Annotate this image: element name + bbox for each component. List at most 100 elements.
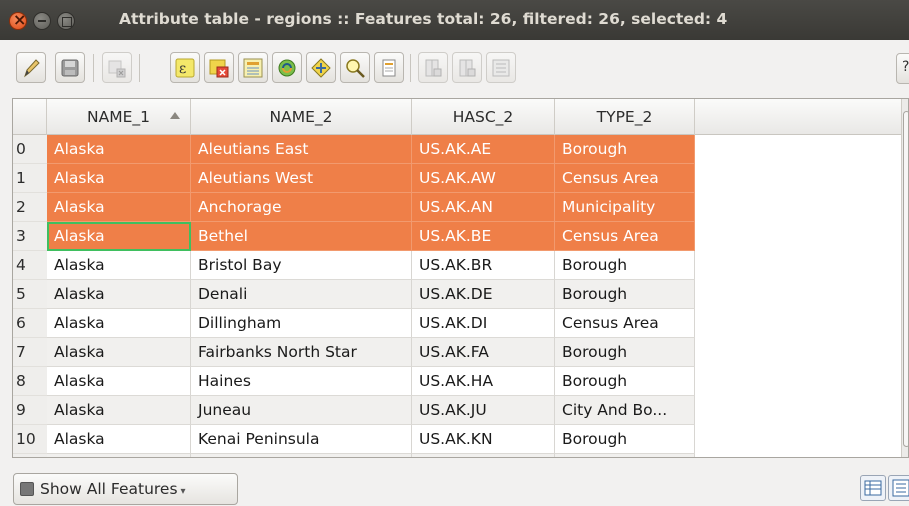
column-header-name-2[interactable]: NAME_2 [191, 99, 412, 135]
vertical-scrollbar[interactable] [901, 99, 908, 457]
delete-selected-button[interactable] [102, 52, 132, 83]
table-cell-name-1[interactable]: Alaska [47, 135, 191, 164]
feature-filter-dropdown[interactable]: Show All Features ▾ [13, 473, 238, 505]
table-cell-name-2[interactable]: Kenai Peninsula [191, 425, 412, 454]
table-cell-hasc-2[interactable]: US.AK.AW [412, 164, 555, 193]
select-by-expression-button[interactable]: ε [170, 52, 200, 83]
row-number[interactable]: 2 [13, 193, 47, 222]
table-cell-name-1[interactable]: Alaska [47, 193, 191, 222]
row-number[interactable]: 9 [13, 396, 47, 425]
table-cell-name-2[interactable]: Dillingham [191, 309, 412, 338]
table-row[interactable]: 1 Alaska Aleutians West US.AK.AW Census Area [13, 164, 695, 193]
column-header-name-1[interactable]: NAME_1 [47, 99, 191, 135]
maximize-window-button[interactable] [57, 12, 75, 30]
row-number[interactable]: 4 [13, 251, 47, 280]
table-cell-hasc-2[interactable]: US.AK.BR [412, 251, 555, 280]
attribute-table: NAME_1 NAME_2 HASC_2 TYPE_2 0 Alaska Aleut… [12, 98, 909, 458]
table-cell-hasc-2[interactable]: US.AK.JU [412, 396, 555, 425]
table-cell-name-1[interactable]: Alaska [47, 396, 191, 425]
row-number[interactable]: 5 [13, 280, 47, 309]
row-number[interactable]: 6 [13, 309, 47, 338]
table-cell-name-2[interactable]: Aleutians West [191, 164, 412, 193]
table-cell-type-2[interactable]: Census Area [555, 309, 695, 338]
unselect-all-button[interactable] [204, 52, 234, 83]
table-row[interactable]: 7 Alaska Fairbanks North Star US.AK.FA Borou… [13, 338, 695, 367]
form-view-button[interactable] [888, 475, 909, 501]
table-row[interactable]: 4 Alaska Bristol Bay US.AK.BR Borough [13, 251, 695, 280]
table-cell-type-2[interactable]: Borough [555, 338, 695, 367]
table-cell-type-2[interactable]: Census Area [555, 164, 695, 193]
row-number[interactable]: 0 [13, 135, 47, 164]
scrollbar-thumb[interactable] [903, 111, 908, 447]
zoom-map-to-selection-button[interactable] [340, 52, 370, 83]
help-button[interactable]: ? [896, 53, 909, 84]
row-number[interactable]: 10 [13, 425, 47, 454]
table-cell-name-2[interactable]: Fairbanks North Star [191, 338, 412, 367]
table-cell-hasc-2[interactable]: US.AK.BE [412, 222, 555, 251]
table-cell-hasc-2[interactable]: US.AK.HA [412, 367, 555, 396]
row-number[interactable]: 7 [13, 338, 47, 367]
table-cell-name-1[interactable]: Alaska [47, 251, 191, 280]
table-row[interactable]: 6 Alaska Dillingham US.AK.DI Census Area [13, 309, 695, 338]
table-row[interactable]: 5 Alaska Denali US.AK.DE Borough [13, 280, 695, 309]
table-cell-type-2[interactable]: Municipality [555, 193, 695, 222]
table-cell-name-1[interactable]: Alaska [47, 309, 191, 338]
table-cell-name-1[interactable]: Alaska [47, 222, 191, 251]
table-cell-name-2[interactable]: Denali [191, 280, 412, 309]
table-cell-type-2[interactable]: Borough [555, 251, 695, 280]
table-cell-name-2[interactable]: Aleutians East [191, 135, 412, 164]
bottom-bar: Show All Features ▾ [0, 458, 909, 506]
table-cell-hasc-2[interactable]: US.AK.FA [412, 338, 555, 367]
table-row[interactable]: 10 Alaska Kenai Peninsula US.AK.KN Borough [13, 425, 695, 454]
row-number[interactable]: 8 [13, 367, 47, 396]
save-edits-button[interactable] [55, 52, 85, 83]
table-cell-type-2[interactable]: Census Area [555, 222, 695, 251]
table-cell-name-1[interactable]: Alaska [47, 338, 191, 367]
table-row[interactable]: 3 Alaska Bethel US.AK.BE Census Area [13, 222, 695, 251]
table-cell-hasc-2[interactable]: US.AK.KN [412, 425, 555, 454]
delete-column-button[interactable] [452, 52, 482, 83]
minimize-window-button[interactable] [33, 12, 51, 30]
table-row[interactable]: 8 Alaska Haines US.AK.HA Borough [13, 367, 695, 396]
table-cell-type-2[interactable]: Borough [555, 135, 695, 164]
table-cell-name-1[interactable]: Alaska [47, 367, 191, 396]
table-cell-type-2[interactable]: City And Bo... [555, 396, 695, 425]
column-header-hasc-2[interactable]: HASC_2 [412, 99, 555, 135]
chevron-down-icon: ▾ [180, 485, 186, 497]
table-row[interactable]: 0 Alaska Aleutians East US.AK.AE Borough [13, 135, 695, 164]
table-cell-hasc-2[interactable]: US.AK.AN [412, 193, 555, 222]
open-field-calculator-button[interactable] [486, 52, 516, 83]
table-cell-type-2[interactable]: Borough [555, 280, 695, 309]
table-cell-name-2[interactable]: Bristol Bay [191, 251, 412, 280]
row-number[interactable]: 3 [13, 222, 47, 251]
table-cell-name-2[interactable]: Anchorage [191, 193, 412, 222]
column-header-label: NAME_1 [87, 108, 150, 126]
table-cell-name-2[interactable]: Haines [191, 367, 412, 396]
close-window-button[interactable] [9, 10, 27, 30]
invert-selection-button[interactable] [272, 52, 302, 83]
table-cell-name-1[interactable]: Alaska [47, 164, 191, 193]
table-row[interactable]: 2 Alaska Anchorage US.AK.AN Municipality [13, 193, 695, 222]
table-cell-name-2[interactable]: Juneau [191, 396, 412, 425]
copy-selected-rows-button[interactable] [374, 52, 404, 83]
toggle-editing-button[interactable] [16, 52, 46, 83]
pan-map-to-selection-button[interactable] [306, 52, 336, 83]
row-number[interactable]: 1 [13, 164, 47, 193]
table-cell-hasc-2[interactable]: US.AK.DI [412, 309, 555, 338]
move-selection-to-top-button[interactable] [238, 52, 268, 83]
column-header-label: NAME_2 [269, 108, 333, 126]
window-titlebar: Attribute table - regions :: Features to… [0, 0, 909, 40]
column-header-type-2[interactable]: TYPE_2 [555, 99, 695, 135]
new-column-button[interactable] [418, 52, 448, 83]
table-cell-hasc-2[interactable]: US.AK.DE [412, 280, 555, 309]
table-cell-name-1[interactable]: Alaska [47, 425, 191, 454]
table-cell-hasc-2[interactable]: US.AK.AE [412, 135, 555, 164]
table-row[interactable]: 9 Alaska Juneau US.AK.JU City And Bo... [13, 396, 695, 425]
table-view-button[interactable] [860, 475, 886, 501]
table-cell-type-2[interactable]: Borough [555, 425, 695, 454]
filter-label: Show All Features [40, 480, 178, 498]
table-cell-type-2[interactable]: Borough [555, 367, 695, 396]
table-cell-name-2[interactable]: Bethel [191, 222, 412, 251]
copy-rows-icon [382, 59, 396, 76]
table-cell-name-1[interactable]: Alaska [47, 280, 191, 309]
